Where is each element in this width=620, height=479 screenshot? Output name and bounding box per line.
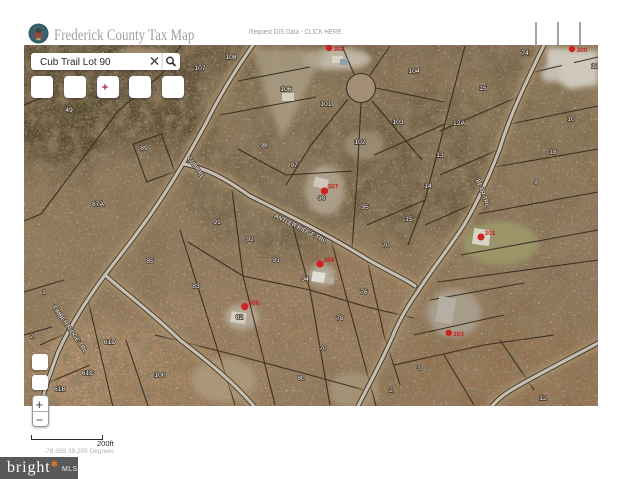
svg-text:102: 102 [354,139,365,146]
svg-text:2: 2 [389,387,393,394]
svg-text:91: 91 [213,219,221,226]
svg-text:83: 83 [192,283,200,290]
svg-text:15: 15 [405,216,413,223]
svg-text:303: 303 [453,331,464,338]
svg-text:103: 103 [392,119,403,126]
svg-text:10: 10 [567,116,575,123]
svg-text:78: 78 [336,315,344,322]
svg-text:300: 300 [577,47,588,54]
svg-text:3: 3 [417,365,421,372]
svg-text:70: 70 [319,345,327,352]
svg-text:61C: 61C [82,370,94,377]
svg-text:61B: 61B [54,386,66,393]
svg-text:100: 100 [154,372,165,379]
svg-text:18: 18 [549,149,557,156]
svg-text:1: 1 [42,289,46,296]
svg-text:89: 89 [140,145,148,152]
svg-text:104: 104 [408,68,419,75]
svg-text:108: 108 [225,54,236,61]
svg-text:80: 80 [297,375,305,382]
svg-text:301: 301 [485,230,496,237]
svg-text:304: 304 [324,257,335,264]
svg-text:49: 49 [65,107,73,114]
svg-text:12A: 12A [453,120,465,127]
svg-text:9: 9 [534,179,538,186]
svg-text:82: 82 [236,314,244,321]
svg-text:85: 85 [146,258,154,265]
svg-text:87A: 87A [92,201,104,208]
svg-text:306: 306 [249,300,260,307]
svg-text:15: 15 [479,85,487,92]
svg-text:74: 74 [521,50,529,57]
svg-text:307: 307 [328,184,339,191]
svg-text:92: 92 [246,236,254,243]
svg-text:94: 94 [301,276,309,283]
svg-text:101: 101 [320,101,331,108]
svg-text:90: 90 [318,195,326,202]
svg-text:70: 70 [382,242,390,249]
svg-text:2: 2 [30,333,34,340]
svg-text:98: 98 [260,142,268,149]
svg-text:14: 14 [424,183,432,190]
svg-text:76: 76 [360,289,368,296]
svg-text:106: 106 [280,86,291,93]
svg-text:107: 107 [194,65,205,72]
svg-text:12: 12 [591,63,598,70]
svg-text:61D: 61D [104,339,116,346]
svg-text:13: 13 [436,152,444,159]
svg-text:302: 302 [334,46,345,53]
svg-text:93: 93 [272,257,280,264]
svg-text:95: 95 [361,204,369,211]
svg-text:97: 97 [290,162,298,169]
svg-text:12: 12 [539,395,547,402]
